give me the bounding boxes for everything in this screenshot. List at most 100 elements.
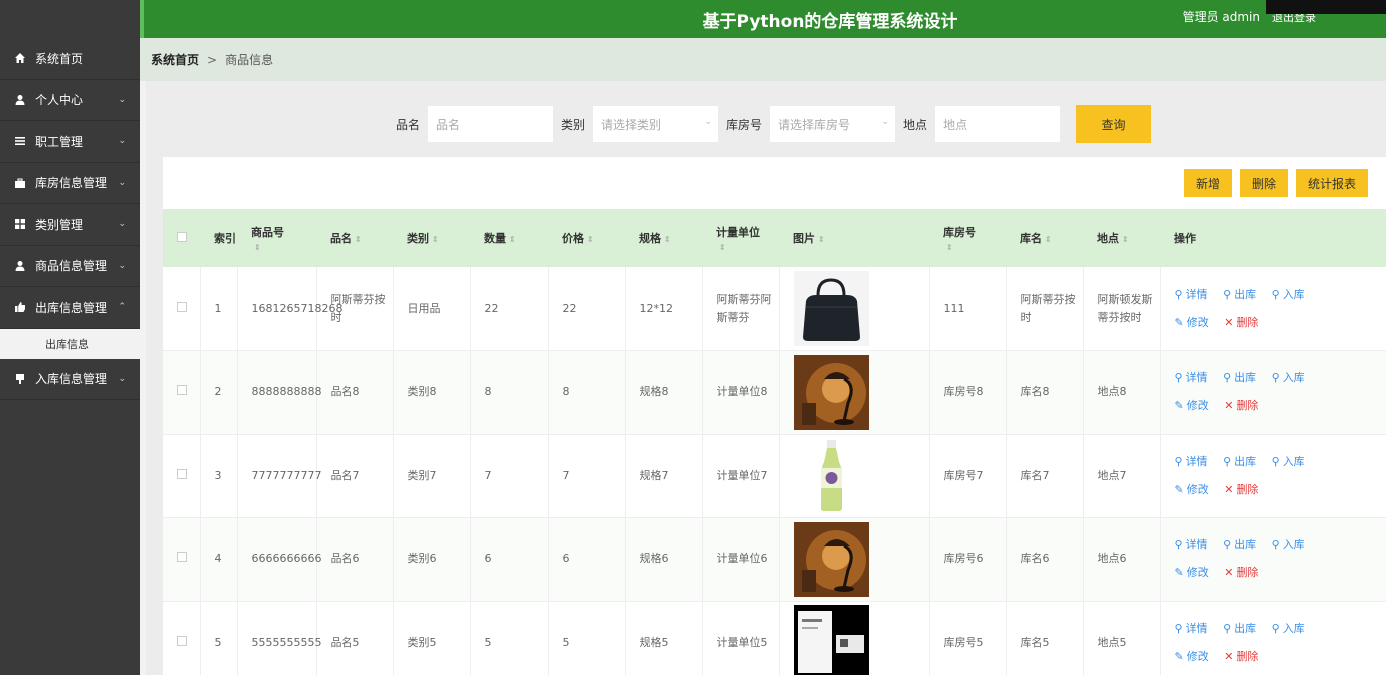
header-room[interactable]: 库房号 ⇕ xyxy=(929,209,1006,267)
cell-code: 7777777777 xyxy=(237,434,322,518)
action-buttons: 新增 删除 统计报表 xyxy=(1176,169,1368,197)
delete-row-button[interactable]: ✕ 删除 xyxy=(1224,392,1258,420)
inbound-button[interactable]: ⚲ 入库 xyxy=(1272,448,1305,476)
sidebar-item[interactable]: 库房信息管理 ⌄ xyxy=(0,163,140,204)
select-all-checkbox[interactable] xyxy=(177,231,187,242)
inbound-button[interactable]: ⚲ 入库 xyxy=(1272,615,1305,643)
search-icon: ⚲ xyxy=(1271,371,1280,385)
table-row[interactable]: 4 6666666666 品名6 类别6 6 6 规格6 计量单位6 库房号6 库名6 地点6 ⚲ 详… xyxy=(163,517,1386,602)
edit-button[interactable]: ✎ 修改 xyxy=(1175,643,1209,671)
sidebar-subitem-outbound[interactable]: 出库信息 xyxy=(0,328,140,359)
cell-ops: ⚲ 详情 ⚲ 出库 ⚲ 入库 ✎ 修改 ✕ 删除 xyxy=(1160,434,1386,518)
search-icon: ⚲ xyxy=(1174,371,1183,385)
header-unit[interactable]: 计量单位 ⇕ xyxy=(702,209,779,267)
inbound-button[interactable]: ⚲ 入库 xyxy=(1272,364,1305,392)
inbound-button[interactable]: ⚲ 入库 xyxy=(1272,281,1305,309)
pencil-icon: ✎ xyxy=(1174,482,1184,496)
product-image[interactable] xyxy=(793,271,929,346)
header-room-name[interactable]: 库名 ⇕ xyxy=(1006,209,1083,267)
delete-row-button[interactable]: ✕ 删除 xyxy=(1224,309,1258,337)
sidebar-item[interactable]: 个人中心 ⌄ xyxy=(0,80,140,121)
chevron-icon: ⌄ xyxy=(118,373,126,384)
breadcrumb: 系统首页 > 商品信息 xyxy=(140,38,1386,81)
detail-button[interactable]: ⚲ 详情 xyxy=(1175,448,1208,476)
breadcrumb-home[interactable]: 系统首页 xyxy=(151,51,199,68)
outbound-button[interactable]: ⚲ 出库 xyxy=(1223,281,1256,309)
row-checkbox[interactable] xyxy=(177,468,187,479)
detail-button[interactable]: ⚲ 详情 xyxy=(1175,615,1208,643)
cell-ops: ⚲ 详情 ⚲ 出库 ⚲ 入库 ✎ 修改 ✕ 删除 xyxy=(1160,601,1386,675)
chevron-icon: ⌄ xyxy=(118,177,126,188)
product-image[interactable] xyxy=(793,438,929,514)
sort-icon: ⇕ xyxy=(664,235,671,244)
search-button[interactable]: 查询 xyxy=(1076,105,1152,143)
edit-button[interactable]: ✎ 修改 xyxy=(1175,309,1209,337)
sidebar-item[interactable]: 出库信息管理 ⌃ xyxy=(0,287,140,329)
inbound-button[interactable]: ⚲ 入库 xyxy=(1272,531,1305,559)
delete-button[interactable]: 删除 xyxy=(1239,169,1288,197)
delete-row-button[interactable]: ✕ 删除 xyxy=(1224,643,1258,671)
table-row[interactable]: 1 1681265718268 阿斯蒂芬按时 日用品 22 22 12*12 阿斯蒂芬阿斯蒂芬… xyxy=(163,267,1386,351)
table-row[interactable]: 3 7777777777 品名7 类别7 7 7 规格7 计量单位7 库房号7 库名7 地点7 ⚲ 详… xyxy=(163,434,1386,518)
sort-icon: ⇕ xyxy=(818,235,825,244)
outbound-button[interactable]: ⚲ 出库 xyxy=(1223,448,1256,476)
location-input[interactable]: 地点 xyxy=(935,106,1061,142)
edit-button[interactable]: ✎ 修改 xyxy=(1175,476,1209,504)
header-image[interactable]: 图片 ⇕ xyxy=(779,209,929,267)
name-input[interactable]: 品名 xyxy=(428,106,554,142)
table-header-row: 索引 商品号 ⇕ 品名 ⇕ 类别 ⇕ 数量 ⇕ 价格 ⇕ 规格 ⇕ 计量单位 ⇕ 图片 ⇕ 库房… xyxy=(163,209,1386,267)
row-checkbox[interactable] xyxy=(177,552,187,563)
sidebar-item-label: 系统首页 xyxy=(35,51,84,66)
edit-button[interactable]: ✎ 修改 xyxy=(1175,392,1209,420)
sidebar-item[interactable]: 系统首页 xyxy=(0,38,140,80)
detail-button[interactable]: ⚲ 详情 xyxy=(1175,364,1208,392)
row-checkbox[interactable] xyxy=(177,301,187,312)
sidebar-item[interactable]: 入库信息管理 ⌄ xyxy=(0,359,140,400)
row-checkbox[interactable] xyxy=(177,635,187,646)
header-code[interactable]: 商品号 ⇕ xyxy=(237,209,316,267)
product-image[interactable] xyxy=(793,354,929,430)
room-placeholder: 请选择库房号 xyxy=(778,117,851,132)
product-image[interactable] xyxy=(793,521,929,597)
outbound-button[interactable]: ⚲ 出库 xyxy=(1223,615,1256,643)
sort-icon: ⇕ xyxy=(355,235,362,244)
close-icon: ✕ xyxy=(1224,482,1234,496)
header-qty[interactable]: 数量 ⇕ xyxy=(470,209,548,267)
cell-image xyxy=(779,350,930,435)
product-table: 索引 商品号 ⇕ 品名 ⇕ 类别 ⇕ 数量 ⇕ 价格 ⇕ 规格 ⇕ 计量单位 ⇕ 图片 ⇕ 库房… xyxy=(163,209,1386,675)
detail-button[interactable]: ⚲ 详情 xyxy=(1175,281,1208,309)
cell-category: 类别5 xyxy=(393,601,471,675)
header-location[interactable]: 地点 ⇕ xyxy=(1083,209,1160,267)
cell-qty: 7 xyxy=(470,434,549,518)
report-button[interactable]: 统计报表 xyxy=(1295,169,1368,197)
header-price[interactable]: 价格 ⇕ xyxy=(548,209,625,267)
cell-room_name: 库名7 xyxy=(1006,434,1084,518)
header-category[interactable]: 类别 ⇕ xyxy=(393,209,470,267)
close-icon: ✕ xyxy=(1224,649,1234,663)
delete-row-button[interactable]: ✕ 删除 xyxy=(1224,476,1258,504)
table-row[interactable]: 5 5555555555 品名5 类别5 5 5 规格5 计量单位5 库房号5 库名5 地点5 ⚲ 详… xyxy=(163,601,1386,675)
detail-button[interactable]: ⚲ 详情 xyxy=(1175,531,1208,559)
cell-ops: ⚲ 详情 ⚲ 出库 ⚲ 入库 ✎ 修改 ✕ 删除 xyxy=(1160,350,1386,435)
search-icon: ⚲ xyxy=(1223,538,1232,552)
sidebar-item[interactable]: 商品信息管理 ⌄ xyxy=(0,246,140,287)
outbound-button[interactable]: ⚲ 出库 xyxy=(1223,531,1256,559)
room-select[interactable]: 请选择库房号 ⌄ xyxy=(770,106,896,142)
category-placeholder: 请选择类别 xyxy=(601,117,662,132)
delete-row-button[interactable]: ✕ 删除 xyxy=(1224,559,1258,587)
product-image[interactable] xyxy=(793,605,929,675)
header-name[interactable]: 品名 ⇕ xyxy=(316,209,393,267)
row-checkbox[interactable] xyxy=(177,385,187,396)
category-select[interactable]: 请选择类别 ⌄ xyxy=(593,106,719,142)
breadcrumb-current: 商品信息 xyxy=(225,53,274,67)
header-spec[interactable]: 规格 ⇕ xyxy=(625,209,702,267)
outbound-button[interactable]: ⚲ 出库 xyxy=(1223,364,1256,392)
add-button[interactable]: 新增 xyxy=(1183,169,1232,197)
sidebar-item[interactable]: 职工管理 ⌄ xyxy=(0,121,140,163)
table-row[interactable]: 2 8888888888 品名8 类别8 8 8 规格8 计量单位8 库房号8 库名8 地点8 ⚲ 详… xyxy=(163,350,1386,435)
cell-image xyxy=(779,267,930,351)
edit-button[interactable]: ✎ 修改 xyxy=(1175,559,1209,587)
search-icon: ⚲ xyxy=(1174,621,1183,635)
cell-room_name: 库名5 xyxy=(1006,601,1084,675)
sidebar-item[interactable]: 类别管理 ⌄ xyxy=(0,204,140,246)
